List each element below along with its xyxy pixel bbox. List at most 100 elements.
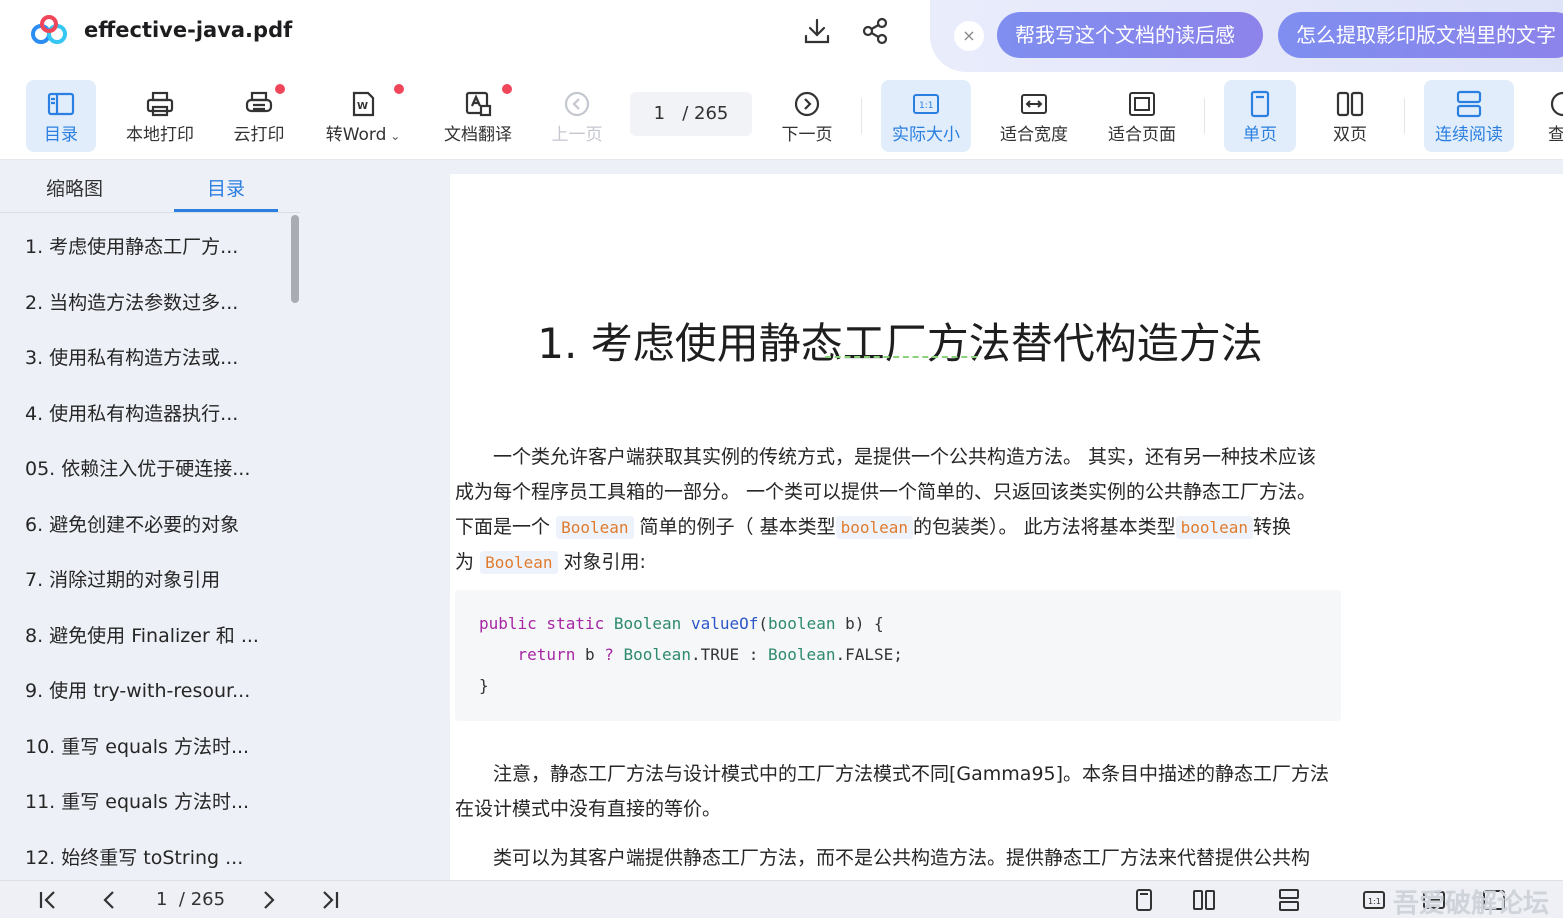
continuous-reading-icon[interactable] bbox=[1277, 888, 1301, 912]
toc-item[interactable]: 2. 当构造方法参数过多... bbox=[25, 288, 238, 315]
code-type: boolean bbox=[768, 614, 836, 633]
actual-size-icon[interactable]: 1:1 bbox=[1362, 888, 1386, 912]
toc-item[interactable]: 05. 依赖注入优于硬连接... bbox=[25, 454, 250, 481]
sidebar-toggle-icon bbox=[47, 92, 75, 116]
notification-dot bbox=[502, 84, 512, 94]
next-page-label: 下一页 bbox=[781, 125, 833, 145]
toc-item[interactable]: 8. 避免使用 Finalizer 和 ... bbox=[25, 621, 259, 648]
chevron-left-icon[interactable] bbox=[98, 888, 122, 912]
translate-icon bbox=[465, 91, 492, 117]
fit-page-label: 适合页面 bbox=[1108, 125, 1176, 145]
actual-size-button[interactable]: 1:1 实际大小 bbox=[881, 80, 971, 152]
code-text: b) { bbox=[835, 614, 884, 633]
paragraph-text: 为 bbox=[455, 551, 475, 573]
fit-page-button[interactable]: 适合页面 bbox=[1098, 80, 1186, 152]
code-type: Boolean bbox=[768, 645, 836, 664]
sidebar-scrollbar[interactable] bbox=[291, 215, 299, 303]
close-icon[interactable]: × bbox=[954, 21, 984, 51]
prev-page-label: 上一页 bbox=[551, 125, 603, 145]
share-icon[interactable] bbox=[860, 16, 890, 46]
cloud-printer-icon bbox=[245, 91, 273, 113]
toc-item[interactable]: 10. 重写 equals 方法时... bbox=[25, 732, 249, 759]
actual-size-icon: 1:1 bbox=[913, 94, 939, 114]
toc-item[interactable]: 6. 避免创建不必要的对象 bbox=[25, 510, 239, 537]
tab-toc[interactable]: 目录 bbox=[207, 174, 245, 201]
inline-code: boolean bbox=[835, 516, 914, 539]
svg-text:1:1: 1:1 bbox=[919, 101, 933, 111]
next-page-button[interactable]: 下一页 bbox=[772, 80, 842, 152]
paragraph-3: 类可以为其客户端提供静态工厂方法，而不是公共构造方法。提供静态工厂方法来代替提供… bbox=[455, 841, 1345, 876]
double-page-label: 双页 bbox=[1333, 125, 1367, 145]
double-page-button[interactable]: 双页 bbox=[1316, 80, 1384, 152]
document-viewer[interactable]: 1. 考虑使用静态工厂方法替代构造方法 一个类允许客户端获取其实例的传统方式，是… bbox=[300, 160, 1563, 880]
bottom-bar: 1 / 265 1:1 吾爱破解论坛 bbox=[0, 880, 1563, 918]
toc-item[interactable]: 4. 使用私有构造器执行... bbox=[25, 399, 238, 426]
toc-item[interactable]: 9. 使用 try-with-resour... bbox=[25, 676, 250, 703]
to-word-button[interactable]: W 转Word ⌄ bbox=[316, 80, 410, 152]
code-text: .TRUE : bbox=[690, 645, 769, 664]
toc-item[interactable]: 1. 考虑使用静态工厂方... bbox=[25, 232, 238, 259]
paragraph-text: 转换 bbox=[1253, 516, 1292, 538]
code-operator: ? bbox=[604, 645, 614, 664]
paragraph-text: 简单的例子（ 基本类型 bbox=[639, 516, 836, 538]
actual-size-label: 实际大小 bbox=[892, 125, 960, 145]
chevron-right-circle-icon bbox=[794, 91, 820, 117]
current-page: 1 bbox=[156, 889, 168, 910]
toc-item[interactable]: 3. 使用私有构造方法或... bbox=[25, 343, 238, 370]
translate-label: 文档翻译 bbox=[444, 125, 512, 145]
code-keyword: public static bbox=[479, 614, 605, 633]
page-number-input[interactable]: 1 / 265 bbox=[630, 92, 752, 136]
paragraph-1: 一个类允许客户端获取其实例的传统方式，是提供一个公共构造方法。 其实，还有另一种… bbox=[455, 440, 1345, 580]
cloud-print-button[interactable]: 云打印 bbox=[224, 80, 294, 152]
cloud-print-label: 云打印 bbox=[233, 125, 285, 145]
tab-thumbnails[interactable]: 缩略图 bbox=[46, 174, 103, 201]
fit-width-button[interactable]: 适合宽度 bbox=[990, 80, 1078, 152]
sidebar: 缩略图 目录 1. 考虑使用静态工厂方... 2. 当构造方法参数过多... 3… bbox=[0, 160, 300, 880]
translate-button[interactable]: 文档翻译 bbox=[434, 80, 522, 152]
fit-page-icon bbox=[1129, 92, 1155, 116]
svg-text:1:1: 1:1 bbox=[1368, 897, 1381, 906]
current-page: 1 bbox=[653, 103, 666, 124]
chevron-left-circle-icon bbox=[564, 91, 590, 117]
toc-item[interactable]: 11. 重写 equals 方法时... bbox=[25, 787, 249, 814]
to-word-label: 转Word bbox=[325, 125, 387, 145]
inline-code: Boolean bbox=[556, 516, 634, 539]
fit-width-icon bbox=[1021, 94, 1047, 114]
toolbar-divider bbox=[1404, 98, 1405, 134]
toc-button[interactable]: 目录 bbox=[26, 80, 96, 152]
notification-dot bbox=[394, 84, 404, 94]
ai-suggestion-chip-1[interactable]: 帮我写这个文档的读后感 bbox=[997, 12, 1263, 58]
first-page-icon[interactable] bbox=[36, 888, 60, 912]
toc-item[interactable]: 7. 消除过期的对象引用 bbox=[25, 565, 220, 592]
paragraph-text: 在设计模式中没有直接的等价。 bbox=[455, 798, 722, 820]
prev-page-button[interactable]: 上一页 bbox=[540, 80, 614, 152]
continuous-reading-icon bbox=[1456, 90, 1482, 118]
toc-item[interactable]: 12. 始终重写 toString ... bbox=[25, 843, 243, 870]
double-page-icon[interactable] bbox=[1192, 888, 1216, 912]
download-icon[interactable] bbox=[802, 16, 832, 46]
code-type: Boolean bbox=[613, 614, 682, 633]
bottom-page-indicator[interactable]: 1 / 265 bbox=[156, 889, 225, 910]
single-page-icon[interactable] bbox=[1132, 888, 1156, 912]
local-print-button[interactable]: 本地打印 bbox=[118, 80, 202, 152]
more-button[interactable]: 查 bbox=[1540, 80, 1563, 152]
last-page-icon[interactable] bbox=[318, 888, 342, 912]
toolbar: 目录 本地打印 云打印 W 转Word ⌄ 文档翻译 上一页 1 / 265 下… bbox=[0, 72, 1563, 160]
more-icon bbox=[1550, 91, 1563, 117]
inline-code: Boolean bbox=[480, 551, 558, 574]
title-underline-decoration bbox=[825, 356, 977, 358]
paragraph-text: 对象引用: bbox=[563, 551, 646, 573]
toolbar-divider bbox=[861, 98, 862, 134]
ai-suggestion-chip-2[interactable]: 怎么提取影印版文档里的文字 bbox=[1278, 12, 1563, 58]
local-print-label: 本地打印 bbox=[126, 125, 194, 145]
paragraph-text: 注意，静态工厂方法与设计模式中的工厂方法模式不同[Gamma95]。本条目中描述… bbox=[493, 763, 1330, 785]
continuous-reading-button[interactable]: 连续阅读 bbox=[1424, 80, 1514, 152]
word-icon: W bbox=[352, 91, 375, 117]
single-page-label: 单页 bbox=[1243, 125, 1277, 145]
single-page-button[interactable]: 单页 bbox=[1224, 80, 1296, 152]
double-page-icon bbox=[1336, 91, 1364, 117]
paragraph-text: 下面是一个 bbox=[455, 516, 551, 538]
code-text: ( bbox=[758, 614, 769, 633]
continuous-reading-label: 连续阅读 bbox=[1435, 125, 1503, 145]
chevron-right-icon[interactable] bbox=[256, 888, 280, 912]
